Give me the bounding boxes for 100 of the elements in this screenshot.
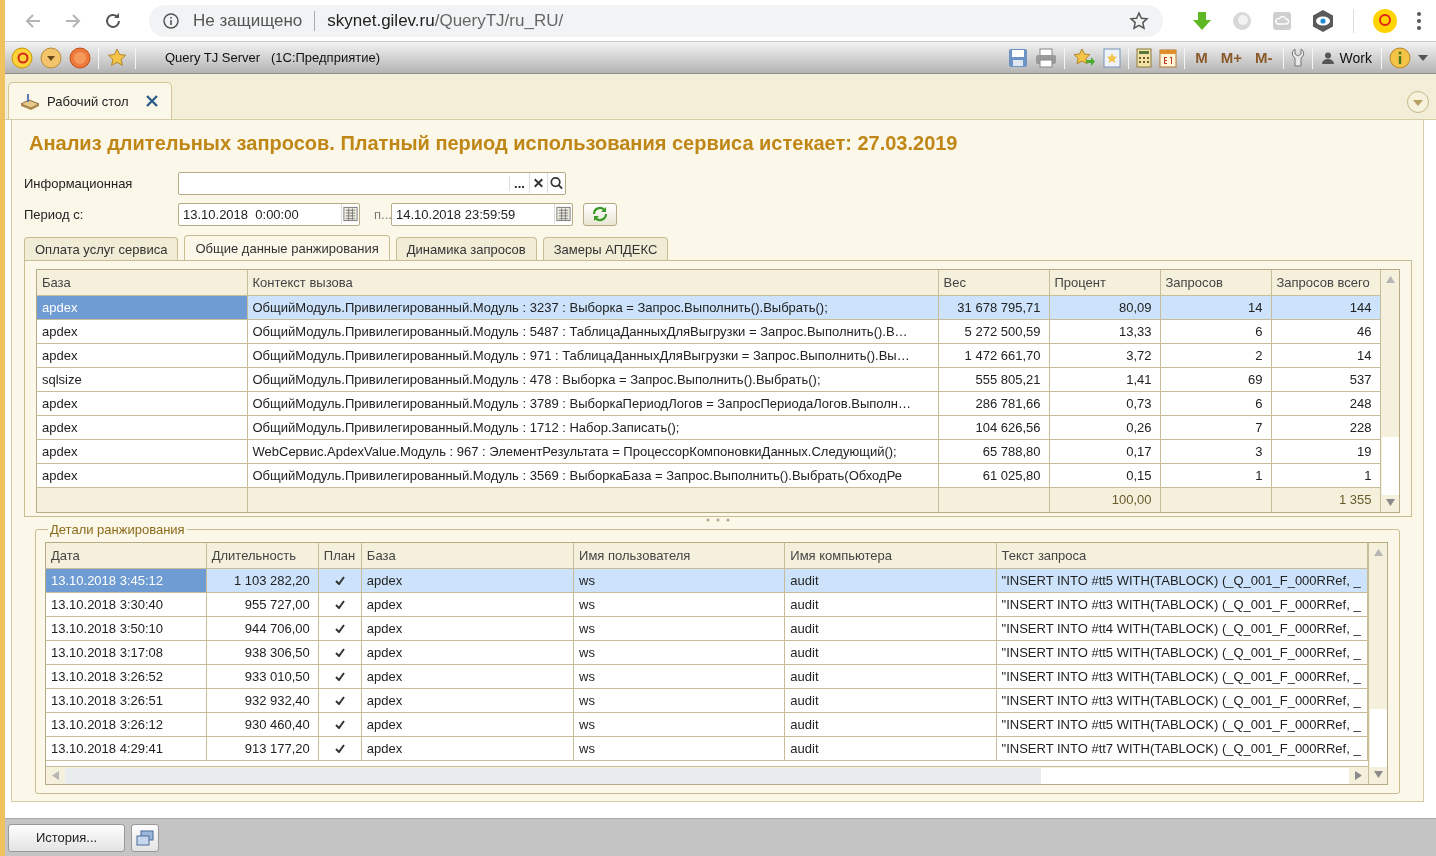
close-circle-icon[interactable] xyxy=(69,46,91,69)
scroll-down-icon[interactable] xyxy=(1385,499,1395,506)
table-cell: apdex xyxy=(37,343,247,367)
info-icon[interactable] xyxy=(163,12,179,29)
column-header[interactable]: База xyxy=(37,270,247,295)
save-icon[interactable] xyxy=(1008,47,1029,68)
table-row[interactable]: 13.10.2018 3:30:40 955 727,00 apdex ws audit "INSERT INTO #tt3 WITH(TABLOCK) (_Q_001_F_000RRef, _ xyxy=(46,592,1368,616)
column-header[interactable]: Контекст вызова xyxy=(247,270,938,295)
table-row[interactable]: apdex ОбщийМодуль.Привилегированный.Модуль : 5487 : ТаблицаДанныхДляВыгрузки = Запрос.Выполнить().В… 5 272 500,59 13,33 6 46 xyxy=(37,319,1380,343)
table-cell: 31 678 795,71 xyxy=(938,295,1049,319)
table-row[interactable]: 13.10.2018 3:26:52 933 010,50 apdex ws audit "INSERT INTO #tt3 WITH(TABLOCK) (_Q_001_F_000RRef, _ xyxy=(46,664,1368,688)
user-button[interactable]: Work xyxy=(1319,49,1374,66)
table-cell: 1,41 xyxy=(1049,367,1160,391)
table-cell: ОбщийМодуль.Привилегированный.Модуль : 478 : Выборка = Запрос.Выполнить().Выбрать(); xyxy=(247,367,938,391)
memory-button[interactable]: M+ xyxy=(1217,49,1246,66)
table-cell: 0,26 xyxy=(1049,415,1160,439)
table-row[interactable]: sqlsize ОбщийМодуль.Привилегированный.Модуль : 478 : Выборка = Запрос.Выполнить().Выбрать(); 555 805,21 1,41 69 537 xyxy=(37,367,1380,391)
table-row[interactable]: apdex WebСервис.ApdexValue.Модуль : 967 : ЭлементРезультата = ПроцессорКомпоновкиДанных.Следующий(); 65 788,80 0,17 3 19 xyxy=(37,439,1380,463)
scroll-up-icon[interactable] xyxy=(1373,549,1383,556)
windows-button[interactable] xyxy=(131,823,159,852)
table-cell: apdex xyxy=(37,319,247,343)
tab[interactable]: Оплата услуг сервиса xyxy=(24,237,179,260)
date-field[interactable]: 13.10.2018 0:00:00 xyxy=(178,202,360,226)
table-row[interactable]: apdex ОбщийМодуль.Привилегированный.Модуль : 1712 : Набор.Записать(); 104 626,56 0,26 7 228 xyxy=(37,415,1380,439)
tab[interactable]: Динамика запросов xyxy=(395,237,537,260)
table-cell: ОбщийМодуль.Привилегированный.Модуль : 5487 : ТаблицаДанныхДляВыгрузки = Запрос.Выполнить().В… xyxy=(247,319,938,343)
logo-icon[interactable] xyxy=(11,46,33,69)
table-row[interactable]: apdex ОбщийМодуль.Привилегированный.Модуль : 3789 : ВыборкаПериодЛогов = ЗапросПериодаЛогов.Выполн… 286 781,66 0,73 6 248 xyxy=(37,391,1380,415)
profile-avatar-icon[interactable] xyxy=(1372,7,1398,34)
table-cell: ws xyxy=(573,688,785,712)
memory-button[interactable]: M- xyxy=(1252,49,1276,66)
star-icon[interactable] xyxy=(106,46,128,69)
dropdown-circle-icon[interactable] xyxy=(40,46,62,69)
calculator-icon[interactable] xyxy=(1136,47,1153,68)
caret-icon[interactable] xyxy=(1418,53,1428,62)
table-row[interactable]: apdex ОбщийМодуль.Привилегированный.Модуль : 971 : ТаблицаДанныхДляВыгрузки = Запрос.Выполнить().Вы… 1 472 661,70 3,72 2 14 xyxy=(37,343,1380,367)
vertical-scrollbar[interactable] xyxy=(1380,270,1399,512)
column-header[interactable]: Запросов xyxy=(1160,270,1271,295)
table-row[interactable]: 13.10.2018 3:26:51 932 932,40 apdex ws audit "INSERT INTO #tt3 WITH(TABLOCK) (_Q_001_F_000RRef, _ xyxy=(46,688,1368,712)
scroll-up-icon[interactable] xyxy=(1385,276,1395,283)
memory-button[interactable]: M xyxy=(1192,49,1211,66)
tab[interactable]: Замеры АПДЕКС xyxy=(542,237,669,260)
table-cell: 955 727,00 xyxy=(206,592,319,616)
app-title: Query TJ Server (1С:Предприятие) xyxy=(165,50,380,65)
column-header[interactable]: Дата xyxy=(46,543,207,568)
tab[interactable]: Общие данные ранжирования xyxy=(184,235,390,260)
table-row[interactable]: 13.10.2018 3:17:08 938 306,50 apdex ws audit "INSERT INTO #tt5 WITH(TABLOCK) (_Q_001_F_000RRef, _ xyxy=(46,640,1368,664)
table-cell: apdex xyxy=(361,568,574,592)
table-row[interactable]: apdex ОбщийМодуль.Привилегированный.Модуль : 3237 : Выборка = Запрос.Выполнить().Выбрать(); 31 678 795,71 80,09 14 144 xyxy=(37,295,1380,319)
table-cell: 80,09 xyxy=(1049,295,1160,319)
close-icon[interactable] xyxy=(144,94,159,108)
wrench-icon[interactable] xyxy=(1290,47,1305,68)
calendar-icon[interactable] xyxy=(554,204,572,224)
scroll-left-icon[interactable] xyxy=(52,771,59,780)
calendar-icon[interactable] xyxy=(1159,47,1178,68)
vertical-scrollbar[interactable] xyxy=(1368,543,1387,784)
choose-button[interactable]: ... xyxy=(509,175,529,191)
eye-icon[interactable] xyxy=(1311,8,1335,33)
date-field[interactable]: 14.10.2018 23:59:59 xyxy=(391,202,573,226)
download-arrow-icon[interactable] xyxy=(1191,9,1213,32)
address-bar[interactable]: Не защищено skynet.gilev.ru/QueryTJ/ru_RU/ xyxy=(149,4,1163,37)
info-icon[interactable] xyxy=(1389,46,1411,69)
table-row[interactable]: 13.10.2018 4:29:41 913 177,20 apdex ws audit "INSERT INTO #tt7 WITH(TABLOCK) (_Q_001_F_000RRef, _ xyxy=(46,736,1368,760)
table-cell: 14 xyxy=(1160,295,1271,319)
table-cell: apdex xyxy=(37,439,247,463)
column-header[interactable]: Текст запроса xyxy=(996,543,1368,568)
infobase-field[interactable]: ... xyxy=(178,171,566,195)
column-header[interactable]: Вес xyxy=(938,270,1049,295)
history-button[interactable]: История... xyxy=(8,823,125,852)
tab-label: Рабочий стол xyxy=(47,93,129,109)
calendar-icon[interactable] xyxy=(341,204,359,224)
column-header[interactable]: Длительность xyxy=(206,543,319,568)
bookmark-icon[interactable] xyxy=(1103,47,1122,68)
table-cell: audit xyxy=(784,592,997,616)
table-cell: 13.10.2018 3:45:12 xyxy=(46,568,207,592)
open-tab[interactable]: Рабочий стол xyxy=(8,82,172,119)
column-header[interactable]: Процент xyxy=(1049,270,1160,295)
table-cell: ОбщийМодуль.Привилегированный.Модуль : 3237 : Выборка = Запрос.Выполнить().Выбрать(); xyxy=(247,295,938,319)
table-row[interactable]: 13.10.2018 3:45:12 1 103 282,20 apdex ws audit "INSERT INTO #tt5 WITH(TABLOCK) (_Q_001_F_000RRef, _ xyxy=(46,568,1368,592)
column-header[interactable]: База xyxy=(361,543,574,568)
collapse-icon[interactable] xyxy=(1406,89,1430,114)
table-row[interactable]: 13.10.2018 3:26:12 930 460,40 apdex ws audit "INSERT INTO #tt5 WITH(TABLOCK) (_Q_001_F_000RRef, _ xyxy=(46,712,1368,736)
print-icon[interactable] xyxy=(1035,47,1058,68)
menu-icon[interactable] xyxy=(1416,10,1422,31)
table-cell: "INSERT INTO #tt5 WITH(TABLOCK) (_Q_001_F_000RRef, _ xyxy=(996,568,1368,592)
star-icon[interactable] xyxy=(1129,10,1149,31)
search-icon[interactable] xyxy=(547,173,565,193)
table-cell: 555 805,21 xyxy=(938,367,1049,391)
scroll-down-icon[interactable] xyxy=(1373,771,1383,778)
table-cell: 1 103 282,20 xyxy=(206,568,319,592)
column-header[interactable]: Имя пользователя xyxy=(573,543,785,568)
refresh-button[interactable] xyxy=(583,202,617,226)
table-row[interactable]: 13.10.2018 3:50:10 944 706,00 apdex ws audit "INSERT INTO #tt4 WITH(TABLOCK) (_Q_001_F_000RRef, _ xyxy=(46,616,1368,640)
table-cell: 932 932,40 xyxy=(206,688,319,712)
scroll-right-icon[interactable] xyxy=(1355,771,1362,780)
footer-cell: 1 355 xyxy=(1271,487,1380,512)
table-cell: ws xyxy=(573,664,785,688)
column-header[interactable]: План xyxy=(318,543,362,568)
column-header[interactable]: Имя компьютера xyxy=(784,543,997,568)
column-header[interactable]: Запросов всего xyxy=(1271,270,1380,295)
